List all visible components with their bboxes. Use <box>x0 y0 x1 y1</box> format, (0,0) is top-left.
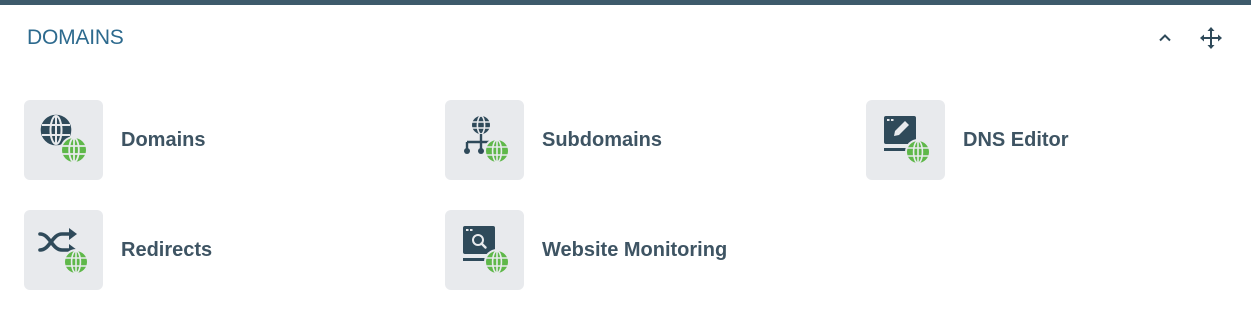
tile-label: Domains <box>121 128 206 151</box>
header-actions <box>1153 26 1223 50</box>
domains-globe-icon <box>40 114 88 164</box>
collapse-button[interactable] <box>1153 26 1177 50</box>
panel-header: DOMAINS <box>27 23 1223 53</box>
tile-label: Redirects <box>121 238 213 261</box>
tile-label: Website Monitoring <box>542 238 728 261</box>
tile-icon-box <box>445 210 524 290</box>
tile-icon-box <box>24 100 103 180</box>
tile-domains[interactable]: Domains <box>24 100 205 180</box>
tile-label: DNS Editor <box>963 128 1069 151</box>
tile-website-monitoring[interactable]: Website Monitoring <box>445 210 727 290</box>
website-monitoring-icon <box>462 226 510 275</box>
move-arrows-icon <box>1200 27 1222 49</box>
tile-label: Subdomains <box>542 128 663 151</box>
move-handle[interactable] <box>1199 26 1223 50</box>
tile-icon-box <box>24 210 103 290</box>
tile-subdomains[interactable]: Subdomains <box>445 100 662 180</box>
domains-panel: DOMAINS Domains Subdomains DNS Editor Re… <box>0 0 1251 309</box>
redirects-shuffle-icon <box>37 228 89 275</box>
dns-editor-icon <box>883 116 931 165</box>
subdomains-network-icon <box>463 115 510 164</box>
tile-icon-box <box>866 100 945 180</box>
tile-icon-box <box>445 100 524 180</box>
panel-title: DOMAINS <box>27 26 124 49</box>
tile-redirects[interactable]: Redirects <box>24 210 212 290</box>
tile-dns-editor[interactable]: DNS Editor <box>866 100 1069 180</box>
chevron-up-icon <box>1159 34 1171 42</box>
